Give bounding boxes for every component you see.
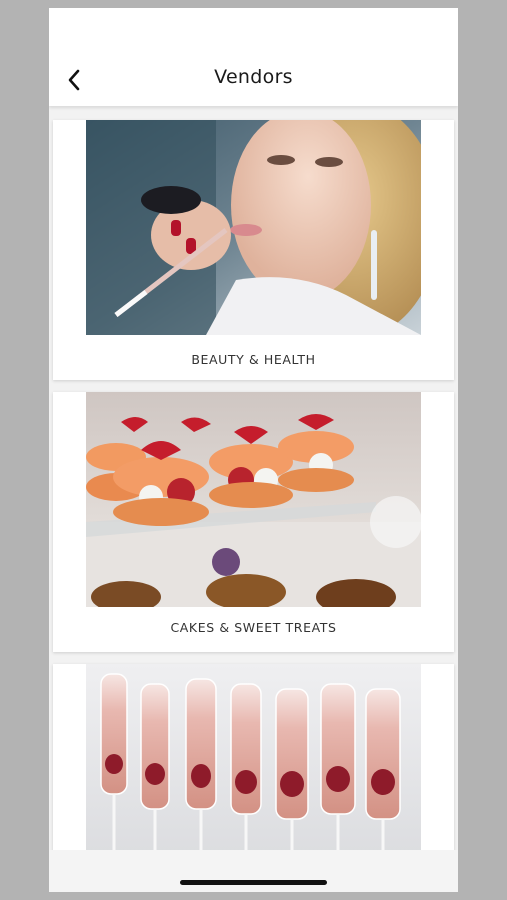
page-title: Vendors (214, 66, 293, 88)
vendor-label: BEAUTY & HEALTH (191, 352, 316, 367)
vendor-image-beauty (86, 120, 421, 335)
phone-screen: Vendors BEAUTY & HEALTH CAKES & SWEET TR… (49, 8, 458, 892)
vendor-image-champagne (86, 664, 421, 854)
vendor-image-macarons (86, 392, 421, 607)
vendor-card-beauty-health[interactable]: BEAUTY & HEALTH (53, 120, 454, 380)
app-header: Vendors (49, 8, 458, 106)
bottom-bar (49, 850, 458, 892)
vendor-list[interactable]: BEAUTY & HEALTH CAKES & SWEET TREATS (49, 106, 458, 892)
vendor-label: CAKES & SWEET TREATS (170, 620, 337, 635)
home-indicator[interactable] (180, 880, 327, 885)
vendor-card-cakes-sweet-treats[interactable]: CAKES & SWEET TREATS (53, 392, 454, 652)
